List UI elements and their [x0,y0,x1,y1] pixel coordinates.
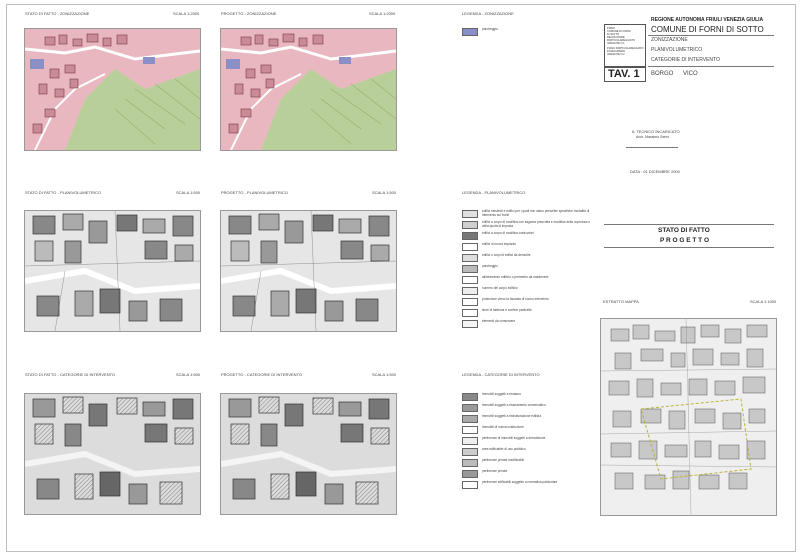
borgo-label: BORGO [651,71,674,77]
legend-text: edifici esistenti e edifici per i quali … [482,209,590,217]
tecnico-label: IL TECNICO INCARICATO [632,129,680,134]
panel-title: PROGETTO - CATEGORIE DI INTERVENTO [221,372,303,377]
legend-text: parcheggio [482,27,498,31]
legend-title: LEGENDA - CATEGORIE DI INTERVENTO [462,372,540,377]
comune-name: COMUNE DI FORNI DI SOTTO [651,25,764,34]
logo-text-line: VARIANTE N.1 [607,42,625,45]
zonizzazione-map-stato-di-fatto [24,28,201,151]
divider [648,35,774,36]
legend-text: immobili soggetti a restauro [482,392,521,396]
legend-text: pertinenze private [482,469,508,473]
tecnico-name: Arch. Massimo Serini [636,135,670,139]
legend-swatch [462,309,478,317]
panel-scale: SCALA 1:500 [176,190,201,195]
legend-swatch [462,243,478,251]
region-name: REGIONE AUTONOMA FRIULI VENEZIA GIULIA [651,17,764,23]
planivolumetrico-map-progetto [220,210,397,332]
legend-text: allineamento edificio o perimetro da man… [482,275,549,279]
panel-title: STATO DI FATTO - ZONIZZAZIONE [25,11,90,16]
legend-swatch [462,276,478,284]
panel-scale: SCALA 1:500 [372,372,397,377]
legend-title: LEGENDA - PLANIVOLUMETRICO [462,190,526,195]
divider [604,224,774,225]
legend-swatch [462,470,478,478]
zonizzazione-map-progetto [220,28,397,151]
legend-swatch [462,448,478,456]
vico-label: VICO [683,71,698,77]
legend-text: pertinenze edificabili soggette a normat… [482,480,558,484]
legend-swatch [462,210,478,218]
legend-text: elementi da conservare [482,319,516,323]
panel-scale: SCALA 1:2000 [173,11,200,16]
categorie-map-progetto [220,393,397,515]
legend-title: LEGENDA - ZONIZZAZIONE [462,11,514,16]
date-label: DATA : 01 DICEMBRE 2000 [630,169,680,174]
legend-swatch [462,320,478,328]
title-line-zonizzazione: ZONIZZAZIONE [651,37,688,43]
legend-text: edifici a corpo di modifica con sagoma p… [482,220,591,228]
panel-title: PROGETTO - PLANIVOLUMETRICO [221,190,288,195]
logo-text-line: VARIANTE N.2 [607,53,625,56]
panel-title: PROGETTO - ZONIZZAZIONE [221,11,277,16]
legend-text: parcheggio [482,264,498,268]
panel-scale: SCALA 1:500 [176,372,201,377]
divider [648,66,774,67]
legend-swatch [462,481,478,489]
signature-line [626,147,678,148]
legend-text: immobili di nuova costruzione [482,425,524,429]
legend-text: immobili soggetti a ristrutturazione edi… [482,414,541,418]
plan-logo-box: PIANO COMUNE DI FORNI DI SOTTO REGOLATORE PA… [604,24,646,68]
legend-text: pertinenze private inedificabili [482,458,524,462]
estratto-label: ESTRATTO MAPPA [603,299,639,304]
planivolumetrico-map-stato-di-fatto [24,210,201,332]
legend-text: edifici di nuovo impianto [482,242,517,246]
legend-text: pertinenze di immobili soggetti a demoli… [482,436,546,440]
legend-swatch [462,265,478,273]
legend-swatch [462,437,478,445]
legend-swatch [462,393,478,401]
legend-text: immobili soggetti a risanamento conserva… [482,403,546,407]
divider [604,247,774,248]
legend-text: edifici a corpo di modifica costruzioni [482,231,534,235]
legend-swatch [462,404,478,412]
tav-box: TAV. 1 [604,66,646,82]
legend-swatch [462,287,478,295]
legend-swatch [462,28,478,36]
panel-scale: SCALA 1:2000 [369,11,396,16]
tav-number: TAV. 1 [608,68,640,80]
panel-title: STATO DI FATTO - PLANIVOLUMETRICO [25,190,101,195]
estratto-mappa-cadastral [600,318,777,516]
legend-swatch [462,426,478,434]
legend-swatch [462,232,478,240]
legend-swatch [462,415,478,423]
legend-swatch [462,298,478,306]
legend-swatch [462,254,478,262]
categorie-map-stato-di-fatto [24,393,201,515]
title-line-categorie: CATEGORIE DI INTERVENTO [651,57,720,63]
title-line-planivolumetrico: PLANIVOLUMETRICO [651,47,703,53]
legend-text: area edificabile di uso pubblico [482,447,526,451]
legend-swatch [462,221,478,229]
panel-scale: SCALA 1:500 [372,190,397,195]
estratto-scale: SCALA 1:1000 [750,299,777,304]
progetto-label: P R O G E T T O [660,237,709,244]
panel-title: STATO DI FATTO - CATEGORIE DI INTERVENTO [25,372,116,377]
legend-text: protezione verso la facciata di nuovo in… [482,297,549,301]
legend-text: edifici o corpi di edifici da demolire [482,253,531,257]
legend-swatch [462,459,478,467]
legend-text: numero del corpo edificio [482,286,518,290]
stato-di-fatto-label: STATO DI FATTO [658,227,710,234]
legend-text: linee di fabbrica e confine particelle [482,308,532,312]
